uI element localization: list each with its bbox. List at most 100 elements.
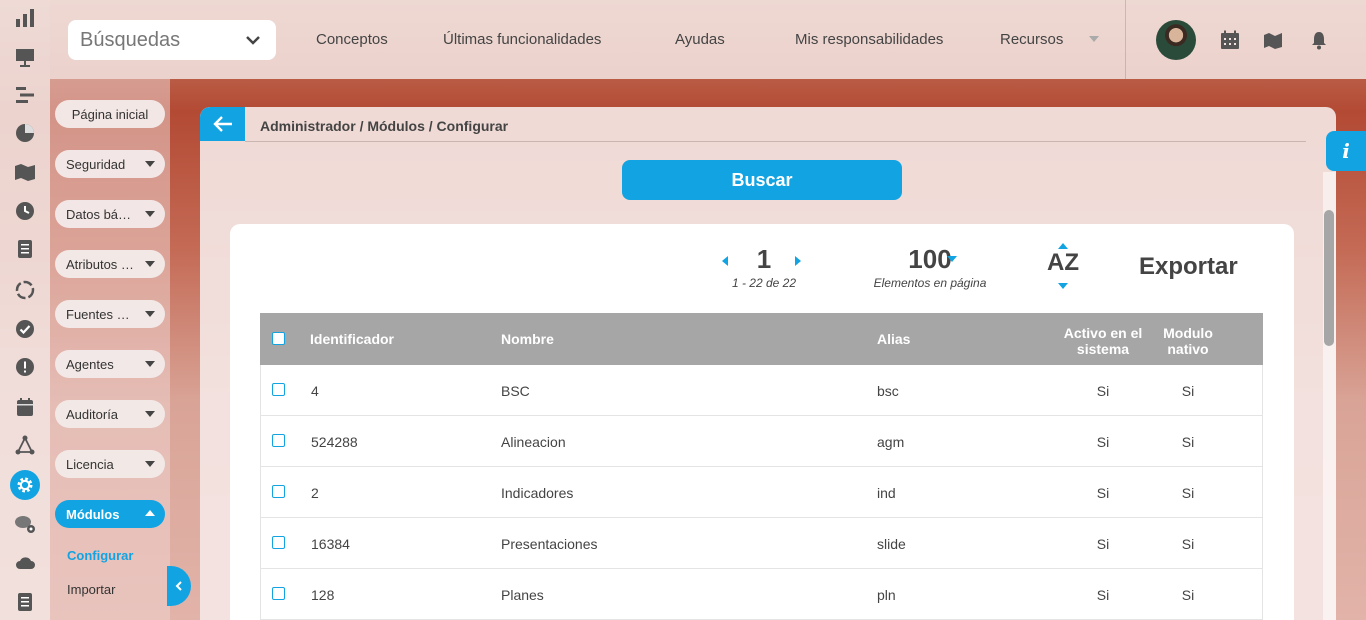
arrow-left-icon — [212, 116, 232, 132]
nav-conceptos[interactable]: Conceptos — [316, 31, 388, 48]
search-select[interactable]: Búsquedas — [68, 20, 276, 60]
header-nativo-line1: Modulo — [1163, 325, 1213, 341]
sidebar-item-datos-basicos[interactable]: Datos básicos — [55, 200, 165, 228]
table-row[interactable]: 128 Planes pln Si Si — [260, 569, 1263, 620]
cell-nativo: Si — [1181, 536, 1195, 552]
sidebar-item-label: Módulos — [66, 506, 120, 522]
cell-activo: Si — [1096, 485, 1110, 501]
search-button[interactable]: Buscar — [622, 160, 902, 200]
bar-chart-icon[interactable] — [11, 4, 39, 32]
table-row[interactable]: 16384 Presentaciones slide Si Si — [260, 518, 1263, 569]
sort-up-icon — [1058, 243, 1068, 249]
sidebar-item-label: Agentes — [66, 356, 114, 372]
calendar-icon[interactable] — [1220, 30, 1240, 50]
row-checkbox[interactable] — [272, 485, 285, 498]
list-icon[interactable] — [11, 588, 39, 616]
sidebar-subitem-importar[interactable]: Importar — [67, 582, 115, 597]
row-checkbox[interactable] — [272, 434, 285, 447]
cycle-icon[interactable] — [11, 276, 39, 304]
cloud-icon[interactable] — [11, 549, 39, 577]
bell-icon[interactable] — [1309, 30, 1329, 50]
scrollbar-thumb[interactable] — [1324, 210, 1334, 346]
cell-nombre: Presentaciones — [501, 536, 598, 552]
sidebar-item-label: Fuentes de datos — [66, 306, 134, 322]
cell-alias: agm — [877, 434, 905, 450]
page-range: 1 - 22 de 22 — [731, 276, 797, 290]
sidebar-item-licencia[interactable]: Licencia — [55, 450, 165, 478]
cell-identificador: 4 — [311, 383, 319, 399]
network-icon[interactable] — [11, 431, 39, 459]
next-page-icon[interactable] — [795, 256, 801, 266]
main-panel: Administrador / Módulos / Configurar Bus… — [200, 107, 1336, 620]
sidebar-item-seguridad[interactable]: Seguridad — [55, 150, 165, 178]
row-checkbox[interactable] — [272, 587, 285, 600]
sidebar-item-agentes[interactable]: Agentes — [55, 350, 165, 378]
breadcrumb: Administrador / Módulos / Configurar — [260, 118, 509, 134]
export-button[interactable]: Exportar — [1139, 253, 1238, 281]
header-nombre[interactable]: Nombre — [501, 331, 554, 347]
sort-down-icon — [1058, 283, 1068, 289]
row-checkbox[interactable] — [272, 383, 285, 396]
warning-icon[interactable] — [11, 353, 39, 381]
collapse-sidebar-button[interactable] — [167, 566, 191, 606]
sidebar-item-auditoria[interactable]: Auditoría — [55, 400, 165, 428]
cell-nombre: Alineacion — [501, 434, 566, 450]
sidebar-item-modulos[interactable]: Módulos — [55, 500, 165, 528]
pager: 1 1 - 22 de 22 — [719, 244, 809, 290]
caret-down-icon — [145, 261, 155, 267]
table-row[interactable]: 4 BSC bsc Si Si — [260, 365, 1263, 416]
table-row[interactable]: 2 Indicadores ind Si Si — [260, 467, 1263, 518]
nav-ayudas[interactable]: Ayudas — [675, 31, 725, 48]
cell-activo: Si — [1096, 536, 1110, 552]
pie-chart-icon[interactable] — [11, 119, 39, 147]
sidebar-item-fuentes[interactable]: Fuentes de datos — [55, 300, 165, 328]
header-activo[interactable]: Activo en el sistema — [1058, 325, 1148, 357]
header-identificador[interactable]: Identificador — [310, 331, 394, 347]
table-row[interactable]: 524288 Alineacion agm Si Si — [260, 416, 1263, 467]
row-checkbox[interactable] — [272, 536, 285, 549]
cell-alias: pln — [877, 587, 896, 603]
check-circle-icon[interactable] — [11, 315, 39, 343]
header-activo-line2: sistema — [1076, 341, 1130, 357]
chat-gear-icon[interactable] — [11, 510, 39, 538]
sidebar-item-atributos[interactable]: Atributos de usuario — [55, 250, 165, 278]
select-all-checkbox[interactable] — [272, 332, 285, 345]
results-card: 1 1 - 22 de 22 100 Elementos en página A… — [230, 224, 1294, 620]
cell-nativo: Si — [1181, 587, 1195, 603]
caret-down-icon — [145, 411, 155, 417]
cell-activo: Si — [1096, 434, 1110, 450]
map-icon[interactable] — [1263, 30, 1283, 50]
sidebar-subitem-configurar[interactable]: Configurar — [67, 548, 133, 563]
gantt-icon[interactable] — [11, 81, 39, 109]
avatar[interactable] — [1156, 20, 1196, 60]
document-icon[interactable] — [11, 235, 39, 263]
nav-ultimas-funcionalidades[interactable]: Últimas funcionalidades — [443, 31, 601, 48]
map-icon[interactable] — [11, 158, 39, 186]
header-activo-line1: Activo en el — [1063, 325, 1143, 341]
back-button[interactable] — [200, 107, 245, 141]
presentation-icon[interactable] — [11, 43, 39, 71]
sidebar-item-home[interactable]: Página inicial — [55, 100, 165, 128]
sort-label: AZ — [1047, 249, 1079, 276]
info-button[interactable]: i — [1326, 131, 1366, 171]
cell-activo: Si — [1096, 383, 1110, 399]
header-alias[interactable]: Alias — [877, 331, 910, 347]
cell-activo: Si — [1096, 587, 1110, 603]
cell-nativo: Si — [1181, 434, 1195, 450]
calendar-icon[interactable] — [11, 393, 39, 421]
sort-toggle[interactable]: AZ — [1043, 243, 1083, 289]
per-page-select[interactable]: 100 Elementos en página — [860, 244, 1000, 290]
caret-down-icon — [145, 211, 155, 217]
caret-down-icon[interactable] — [947, 256, 957, 262]
cell-identificador: 16384 — [311, 536, 350, 552]
cell-nombre: Planes — [501, 587, 544, 603]
clock-icon[interactable] — [11, 197, 39, 225]
nav-mis-responsabilidades[interactable]: Mis responsabilidades — [795, 31, 943, 48]
sidebar-item-label: Licencia — [66, 456, 114, 472]
sidebar-item-label: Datos básicos — [66, 206, 132, 222]
caret-down-icon[interactable] — [1089, 36, 1099, 42]
header-nativo[interactable]: Modulo nativo — [1153, 325, 1223, 357]
sidebar-item-label: Atributos de usuario — [66, 256, 134, 272]
gear-icon[interactable] — [10, 470, 40, 500]
nav-recursos[interactable]: Recursos — [1000, 31, 1063, 48]
